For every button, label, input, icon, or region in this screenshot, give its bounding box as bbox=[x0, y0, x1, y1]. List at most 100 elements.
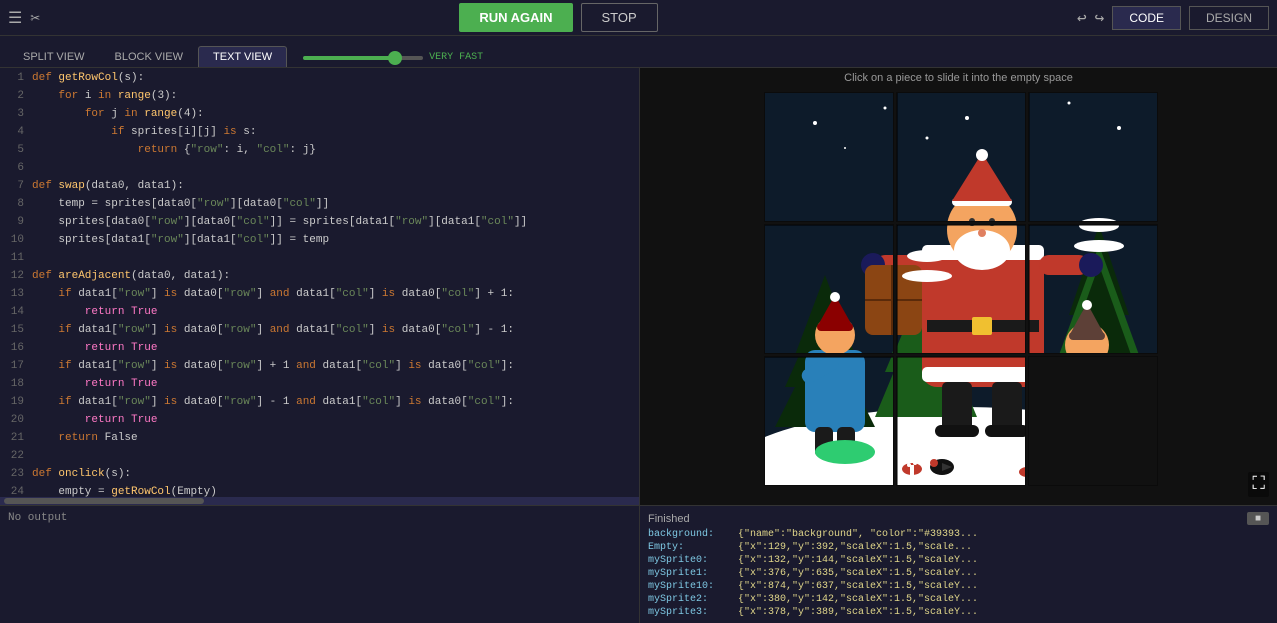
line-content: empty = getRowCol(Empty) bbox=[32, 486, 217, 497]
puzzle-cell[interactable] bbox=[764, 224, 894, 354]
puzzle-cell[interactable] bbox=[1028, 92, 1158, 222]
line-number: 10 bbox=[4, 234, 32, 252]
tab-block-view[interactable]: BLOCK VIEW bbox=[100, 46, 198, 67]
code-line: 24 empty = getRowCol(Empty) bbox=[0, 486, 639, 497]
line-number: 1 bbox=[4, 72, 32, 90]
code-line: 18 return True bbox=[0, 378, 639, 396]
line-number: 3 bbox=[4, 108, 32, 126]
line-content: if data1["row"] is data0["row"] + 1 and … bbox=[32, 360, 514, 378]
code-editor[interactable]: 1def getRowCol(s):2 for i in range(3):3 … bbox=[0, 68, 640, 505]
line-number: 18 bbox=[4, 378, 32, 396]
line-number: 12 bbox=[4, 270, 32, 288]
puzzle-cell[interactable] bbox=[1028, 224, 1158, 354]
console-row: Empty:{"x":129,"y":392,"scaleX":1.5,"sca… bbox=[648, 542, 1269, 553]
output-area: No output bbox=[0, 506, 640, 623]
line-content: if sprites[i][j] is s: bbox=[32, 126, 256, 144]
line-number: 17 bbox=[4, 360, 32, 378]
console-row: background:{"name":"background", "color"… bbox=[648, 529, 1269, 540]
line-number: 20 bbox=[4, 414, 32, 432]
console-value: {"x":129,"y":392,"scaleX":1.5,"scale... bbox=[738, 542, 972, 553]
toolbar: ☰ ✂ RUN AGAIN STOP ↩ ↪ CODE DESIGN bbox=[0, 0, 1277, 36]
console-value: {"x":132,"y":144,"scaleX":1.5,"scaleY... bbox=[738, 555, 978, 566]
line-content: def getRowCol(s): bbox=[32, 72, 144, 90]
line-number: 14 bbox=[4, 306, 32, 324]
scrollbar-thumb[interactable] bbox=[4, 498, 204, 504]
tab-split-view[interactable]: SPLIT VIEW bbox=[8, 46, 100, 67]
stage-hint: Click on a piece to slide it into the em… bbox=[844, 72, 1073, 84]
code-line: 17 if data1["row"] is data0["row"] + 1 a… bbox=[0, 360, 639, 378]
main-content: 1def getRowCol(s):2 for i in range(3):3 … bbox=[0, 68, 1277, 505]
line-number: 21 bbox=[4, 432, 32, 450]
puzzle-cell[interactable] bbox=[1028, 356, 1158, 486]
line-number: 24 bbox=[4, 486, 32, 497]
line-content: return True bbox=[32, 378, 157, 396]
puzzle-cell[interactable] bbox=[896, 92, 1026, 222]
console-key: mySprite10: bbox=[648, 581, 738, 592]
design-button[interactable]: DESIGN bbox=[1189, 6, 1269, 30]
console-value: {"name":"background", "color":"#39393... bbox=[738, 529, 978, 540]
speed-label: VERY FAST bbox=[429, 52, 483, 63]
console-key: mySprite1: bbox=[648, 568, 738, 579]
line-content: return True bbox=[32, 342, 157, 360]
console-row: mySprite2:{"x":380,"y":142,"scaleX":1.5,… bbox=[648, 594, 1269, 605]
puzzle-cell[interactable] bbox=[764, 92, 894, 222]
code-line: 9 sprites[data0["row"][data0["col"]] = s… bbox=[0, 216, 639, 234]
line-content: if data1["row"] is data0["row"] and data… bbox=[32, 324, 514, 342]
line-content: def onclick(s): bbox=[32, 468, 131, 486]
fullscreen-button[interactable]: ⛶ bbox=[1248, 472, 1269, 497]
line-content: for j in range(4): bbox=[32, 108, 204, 126]
line-content: sprites[data1["row"][data1["col"]] = tem… bbox=[32, 234, 329, 252]
toolbar-center: RUN AGAIN STOP bbox=[40, 3, 1077, 32]
line-number: 9 bbox=[4, 216, 32, 234]
console-row: mySprite3:{"x":378,"y":389,"scaleX":1.5,… bbox=[648, 607, 1269, 618]
line-number: 11 bbox=[4, 252, 32, 270]
console-key: mySprite3: bbox=[648, 607, 738, 618]
code-line: 21 return False bbox=[0, 432, 639, 450]
line-number: 7 bbox=[4, 180, 32, 198]
puzzle-cell[interactable] bbox=[896, 356, 1026, 486]
line-content: def swap(data0, data1): bbox=[32, 180, 184, 198]
speed-slider-container: VERY FAST bbox=[303, 52, 483, 63]
puzzle-grid bbox=[764, 92, 1154, 486]
code-line: 14 return True bbox=[0, 306, 639, 324]
line-number: 15 bbox=[4, 324, 32, 342]
code-area[interactable]: 1def getRowCol(s):2 for i in range(3):3 … bbox=[0, 68, 639, 497]
puzzle-container bbox=[764, 92, 1154, 482]
bottom-panel: No output Finished ■ background:{"name":… bbox=[0, 505, 1277, 623]
console-row: mySprite10:{"x":874,"y":637,"scaleX":1.5… bbox=[648, 581, 1269, 592]
redo-icon[interactable]: ↪ bbox=[1095, 8, 1105, 28]
code-button[interactable]: CODE bbox=[1112, 6, 1181, 30]
run-again-button[interactable]: RUN AGAIN bbox=[459, 3, 572, 32]
line-content: sprites[data0["row"][data0["col"]] = spr… bbox=[32, 216, 527, 234]
code-line: 13 if data1["row"] is data0["row"] and d… bbox=[0, 288, 639, 306]
code-line: 6 bbox=[0, 162, 639, 180]
stop-button[interactable]: STOP bbox=[581, 3, 658, 32]
stage-area[interactable]: Click on a piece to slide it into the em… bbox=[640, 68, 1277, 505]
view-tabs-bar: SPLIT VIEW BLOCK VIEW TEXT VIEW VERY FAS… bbox=[0, 36, 1277, 68]
line-content: return False bbox=[32, 432, 138, 450]
console-status: Finished bbox=[648, 513, 690, 525]
console-clear-button[interactable]: ■ bbox=[1247, 512, 1269, 525]
undo-icon[interactable]: ↩ bbox=[1077, 8, 1087, 28]
line-content: for i in range(3): bbox=[32, 90, 177, 108]
puzzle-cell[interactable] bbox=[764, 356, 894, 486]
puzzle-cell[interactable] bbox=[896, 224, 1026, 354]
hamburger-icon[interactable]: ☰ bbox=[8, 8, 22, 28]
code-line: 15 if data1["row"] is data0["row"] and d… bbox=[0, 324, 639, 342]
tab-text-view[interactable]: TEXT VIEW bbox=[198, 46, 287, 67]
settings-icon[interactable]: ✂ bbox=[30, 8, 40, 28]
line-number: 23 bbox=[4, 468, 32, 486]
line-number: 19 bbox=[4, 396, 32, 414]
code-line: 12def areAdjacent(data0, data1): bbox=[0, 270, 639, 288]
console-key: mySprite2: bbox=[648, 594, 738, 605]
scrollbar-x[interactable] bbox=[0, 497, 639, 505]
console-value: {"x":376,"y":635,"scaleX":1.5,"scaleY... bbox=[738, 568, 978, 579]
code-line: 4 if sprites[i][j] is s: bbox=[0, 126, 639, 144]
line-content: if data1["row"] is data0["row"] and data… bbox=[32, 288, 514, 306]
line-content: temp = sprites[data0["row"][data0["col"]… bbox=[32, 198, 329, 216]
code-line: 8 temp = sprites[data0["row"][data0["col… bbox=[0, 198, 639, 216]
code-line: 3 for j in range(4): bbox=[0, 108, 639, 126]
speed-slider[interactable] bbox=[303, 56, 423, 60]
line-content: return True bbox=[32, 306, 157, 324]
console-key: background: bbox=[648, 529, 738, 540]
